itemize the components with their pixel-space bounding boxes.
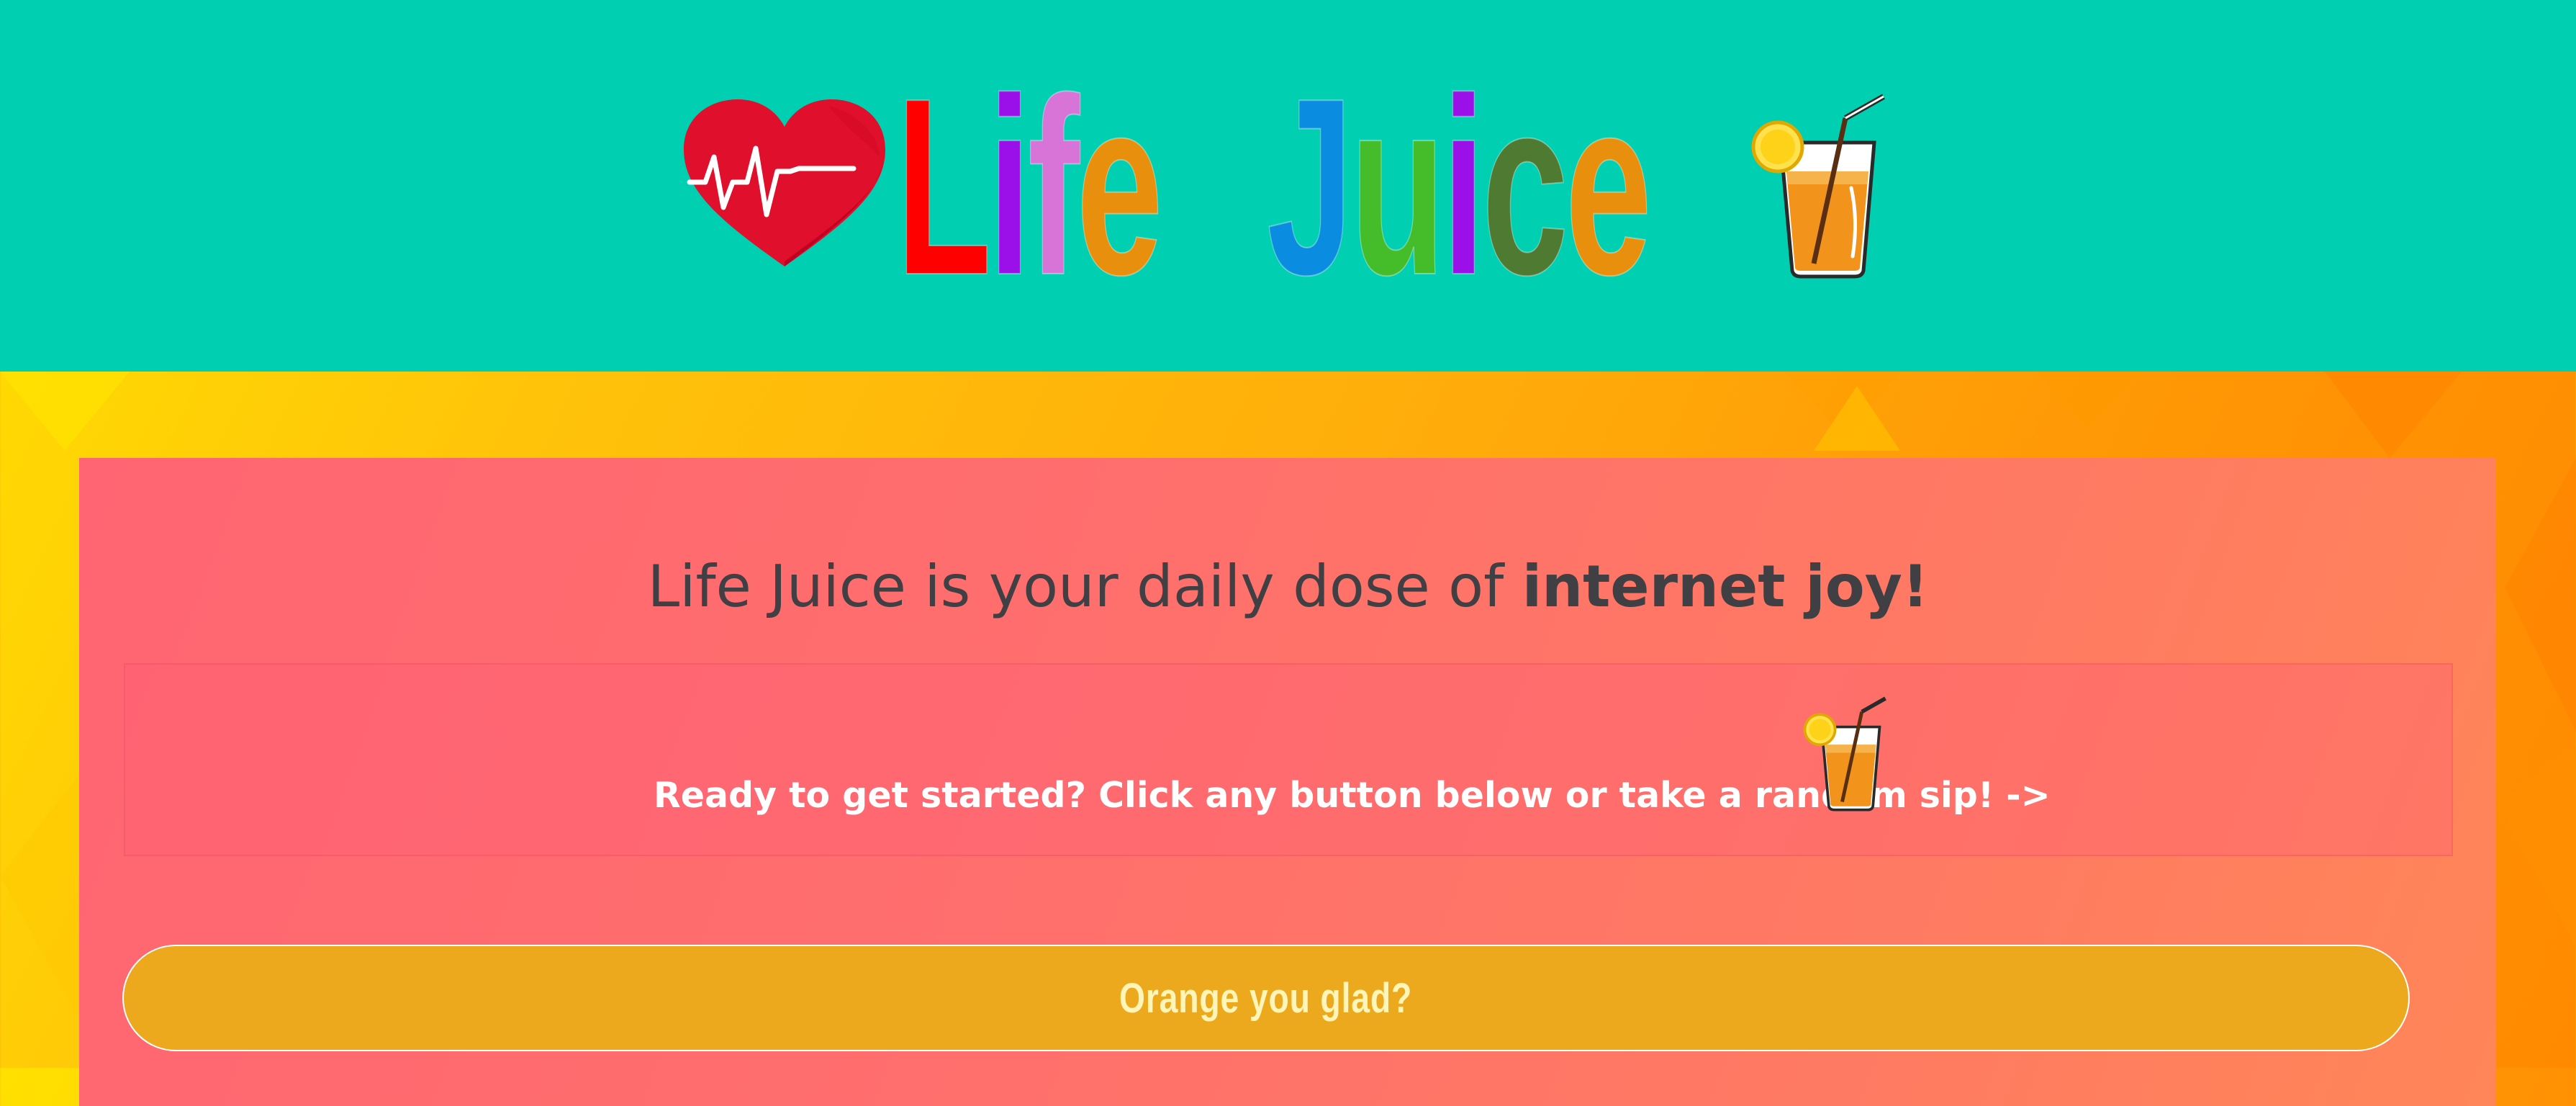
orange-button-label: Orange you glad?	[1119, 974, 1413, 1022]
tagline-bold: internet joy!	[1522, 553, 1929, 620]
logo-letter: e	[1076, 46, 1164, 328]
logo-letter: i	[988, 46, 1032, 328]
juice-glass-icon[interactable]	[1803, 693, 1897, 815]
juice-glass-icon	[1751, 94, 1885, 279]
logo-letter: f	[1027, 46, 1080, 328]
logo-letter: J	[1266, 46, 1354, 328]
heartbeat-heart-icon	[684, 99, 885, 266]
logo-letter: u	[1350, 46, 1446, 328]
logo-word-juice: Juice	[1266, 60, 1652, 314]
cta-text: Ready to get started? Click any button b…	[654, 775, 2051, 816]
logo-letter: L	[895, 46, 992, 328]
logo-letter: i	[1442, 46, 1486, 328]
logo-letter: e	[1565, 46, 1653, 328]
site-header: Life Juice	[0, 0, 2576, 372]
logo-word-life: Life	[895, 60, 1163, 314]
tagline-plain: Life Juice is your daily dose of	[647, 553, 1522, 620]
cta-box	[124, 663, 2453, 856]
tagline: Life Juice is your daily dose of interne…	[0, 551, 2576, 623]
orange-you-glad-button[interactable]: Orange you glad?	[122, 945, 2410, 1051]
logo-letter: c	[1481, 46, 1569, 328]
